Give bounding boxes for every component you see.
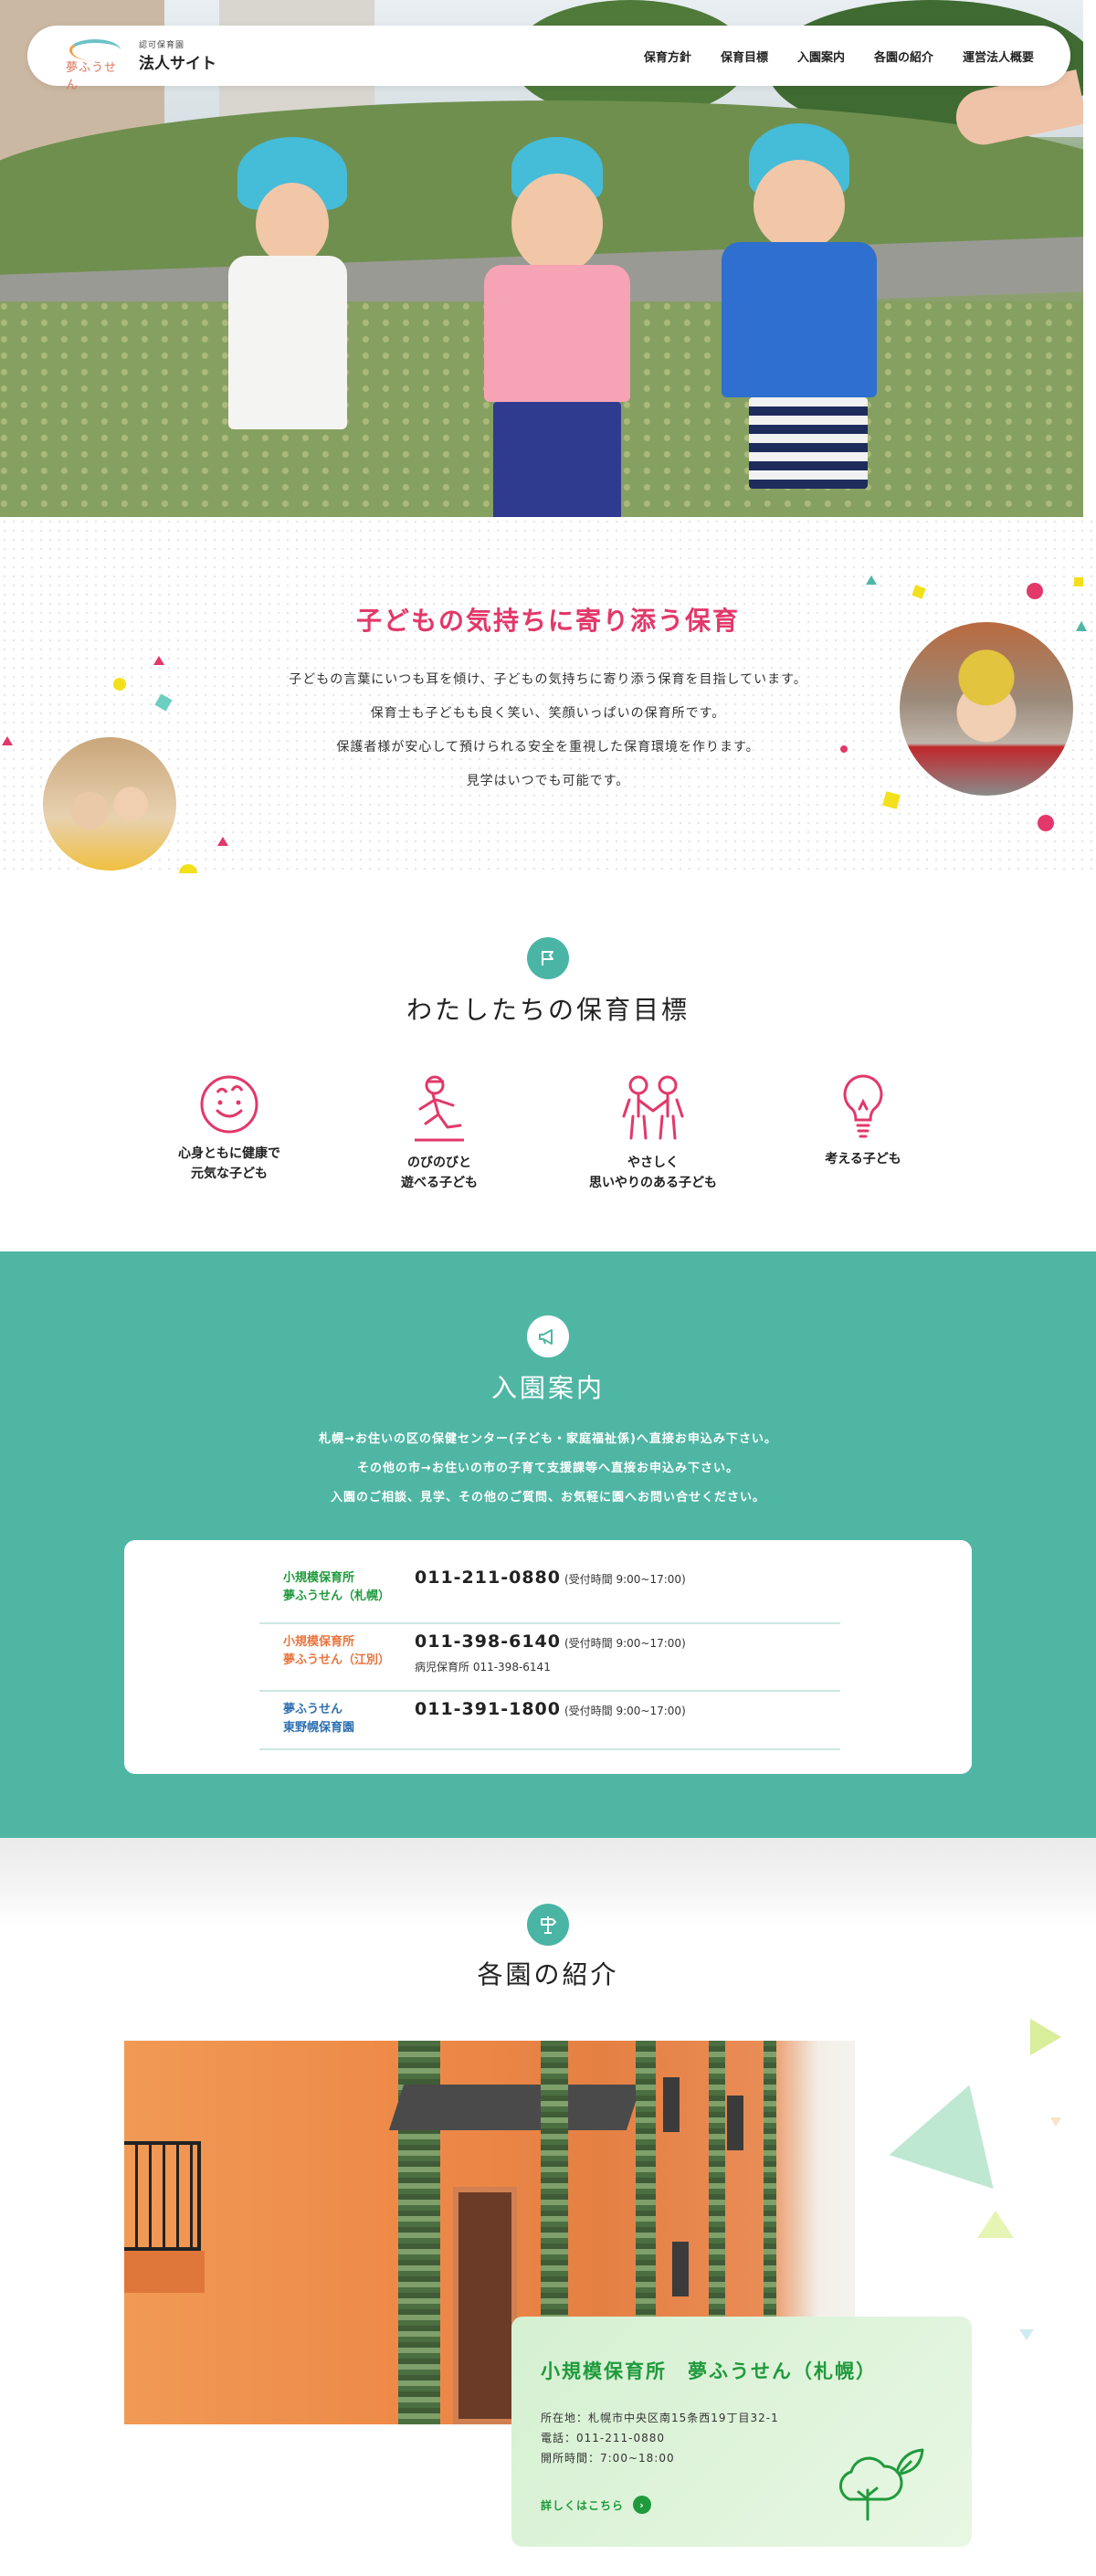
hero-child-left xyxy=(219,128,402,517)
decor-triangle xyxy=(1019,2329,1034,2340)
flag-icon xyxy=(527,937,569,979)
confetti-dot xyxy=(113,678,126,691)
confetti-triangle xyxy=(1076,621,1087,631)
reception-hours: (受付時間 9:00~17:00) xyxy=(564,1705,686,1717)
facility-name: 小規模保育所 夢ふうせん（札幌） xyxy=(283,1571,391,1603)
goals-heading: わたしたちの保育目標 xyxy=(406,995,690,1025)
facility-address: 所在地：札幌市中央区南15条西19丁目32-1 xyxy=(541,2412,779,2424)
contact-phone[interactable]: 011-398-6140 (受付時間 9:00~17:00) xyxy=(415,1631,686,1652)
phone-number[interactable]: 011-398-6140 xyxy=(415,1631,561,1652)
contact-row: 小規模保育所 夢ふうせん（札幌） 011-211-0880 (受付時間 9:00~… xyxy=(259,1568,840,1624)
goals-section: わたしたちの保育目標 心身ともに健康で 元気な子ども のびのびと 遊べる子ども … xyxy=(0,873,1096,1251)
arrow-right-icon: › xyxy=(633,2496,652,2514)
contact-card: 小規模保育所 夢ふうせん（札幌） 011-211-0880 (受付時間 9:00~… xyxy=(124,1540,972,1774)
confetti-square xyxy=(882,791,901,809)
logo-title: 法人サイト xyxy=(139,55,216,73)
decor-triangle xyxy=(1050,2117,1061,2127)
confetti-square xyxy=(912,585,926,599)
confetti-dot xyxy=(840,745,848,753)
nav-goals[interactable]: 保育目標 xyxy=(721,48,768,65)
site-logo[interactable]: 夢ふうせん 認可保育園 法人サイト xyxy=(66,37,216,92)
contact-row: 小規模保育所 夢ふうせん（江別） 011-398-6140 (受付時間 9:00~… xyxy=(259,1628,840,1692)
goal-item: やさしく 思いやりのある子ども xyxy=(557,1072,749,1193)
lightbulb-icon xyxy=(843,1074,883,1138)
facility-phone: 電話：011-211-0880 xyxy=(541,2432,666,2444)
goal-item: のびのびと 遊べる子ども xyxy=(343,1072,535,1193)
reception-hours: (受付時間 9:00~17:00) xyxy=(564,1573,686,1586)
toddler-photo xyxy=(897,619,1076,798)
facilities-heading: 各園の紹介 xyxy=(477,1959,619,1990)
admission-line: 札幌→お住いの区の保健センター(子ども・家庭福祉係)へ直接お申込み下さい。 xyxy=(319,1432,777,1446)
confetti-dot xyxy=(1027,583,1043,599)
confetti-triangle xyxy=(2,736,13,745)
goal-label: やさしく 思いやりのある子ども xyxy=(589,1156,717,1190)
decor-triangle xyxy=(1030,2019,1061,2055)
facility-name: 夢ふうせん 東野幌保育園 xyxy=(283,1703,355,1735)
nav-facilities[interactable]: 各園の紹介 xyxy=(874,48,933,65)
phone-number[interactable]: 011-391-1800 xyxy=(415,1699,561,1719)
intro-section: 子どもの気持ちに寄り添う保育 子どもの言葉にいつも耳を傾け、子どもの気持ちに寄り… xyxy=(0,517,1096,882)
decor-triangle xyxy=(889,2067,1022,2190)
logo-mark: 夢ふうせん xyxy=(66,37,128,92)
facility-card-title: 小規模保育所 夢ふうせん（札幌） xyxy=(541,2360,877,2382)
goal-item: 考える子ども xyxy=(767,1072,959,1169)
facility-hours: 開所時間：7:00~18:00 xyxy=(541,2452,675,2465)
smile-face-icon xyxy=(200,1075,258,1134)
contact-row: 夢ふうせん 東野幌保育園 011-391-1800 (受付時間 9:00~17:0… xyxy=(259,1695,840,1750)
facility-name: 小規模保育所 夢ふうせん（江別） xyxy=(283,1635,391,1667)
goal-label: のびのびと 遊べる子ども xyxy=(401,1156,478,1190)
confetti-dot xyxy=(1038,815,1054,831)
goal-label: 考える子ども xyxy=(825,1152,901,1167)
running-child-icon xyxy=(415,1075,464,1142)
megaphone-icon xyxy=(527,1315,569,1357)
admission-heading: 入園案内 xyxy=(490,1373,605,1403)
facility-card: 小規模保育所 夢ふうせん（札幌） 所在地：札幌市中央区南15条西19丁目32-1… xyxy=(511,2317,972,2547)
holding-hands-icon xyxy=(622,1075,684,1140)
confetti-triangle xyxy=(866,575,877,585)
signpost-icon xyxy=(527,1904,569,1946)
confetti-triangle xyxy=(153,656,164,665)
admission-line: 入園のご相談、見学、その他のご質問、お気軽に園へお問い合せください。 xyxy=(330,1491,765,1504)
nav-policy[interactable]: 保育方針 xyxy=(644,48,691,65)
admission-line: その他の市→お住いの市の子育て支援課等へ直接お申込み下さい。 xyxy=(357,1462,739,1475)
contact-note: 病児保育所 011-398-6141 xyxy=(415,1661,551,1673)
decor-triangle xyxy=(977,2211,1014,2238)
admission-section: 入園案内 札幌→お住いの区の保健センター(子ども・家庭福祉係)へ直接お申込み下さ… xyxy=(0,1251,1096,1838)
nav-company[interactable]: 運営法人概要 xyxy=(963,48,1034,65)
logo-subtitle: 認可保育園 xyxy=(139,41,185,50)
main-nav: 保育方針 保育目標 入園案内 各園の紹介 運営法人概要 xyxy=(644,48,1034,65)
logo-mark-text: 夢ふうせん xyxy=(66,61,118,92)
goal-item: 心身ともに健康で 元気な子ども xyxy=(133,1072,325,1184)
confetti-square xyxy=(1074,577,1083,586)
more-link-label: 詳しくはこちら xyxy=(541,2498,625,2512)
facility-more-link[interactable]: 詳しくはこちら › xyxy=(541,2496,652,2514)
goal-label: 心身ともに健康で 元気な子ども xyxy=(178,1146,280,1181)
reception-hours: (受付時間 9:00~17:00) xyxy=(564,1637,686,1650)
hero-child-middle xyxy=(457,137,658,517)
tree-icon xyxy=(839,2448,924,2521)
nav-admission[interactable]: 入園案内 xyxy=(797,48,845,65)
intro-heading: 子どもの気持ちに寄り添う保育 xyxy=(355,606,740,636)
phone-number[interactable]: 011-211-0880 xyxy=(415,1568,561,1588)
babies-photo xyxy=(40,734,179,873)
contact-phone[interactable]: 011-391-1800 (受付時間 9:00~17:00) xyxy=(415,1699,686,1719)
confetti-triangle xyxy=(217,837,228,846)
site-header: 夢ふうせん 認可保育園 法人サイト 保育方針 保育目標 入園案内 各園の紹介 運… xyxy=(27,26,1070,92)
hero-child-right xyxy=(712,123,895,517)
contact-phone[interactable]: 011-211-0880 (受付時間 9:00~17:00) xyxy=(415,1568,686,1588)
